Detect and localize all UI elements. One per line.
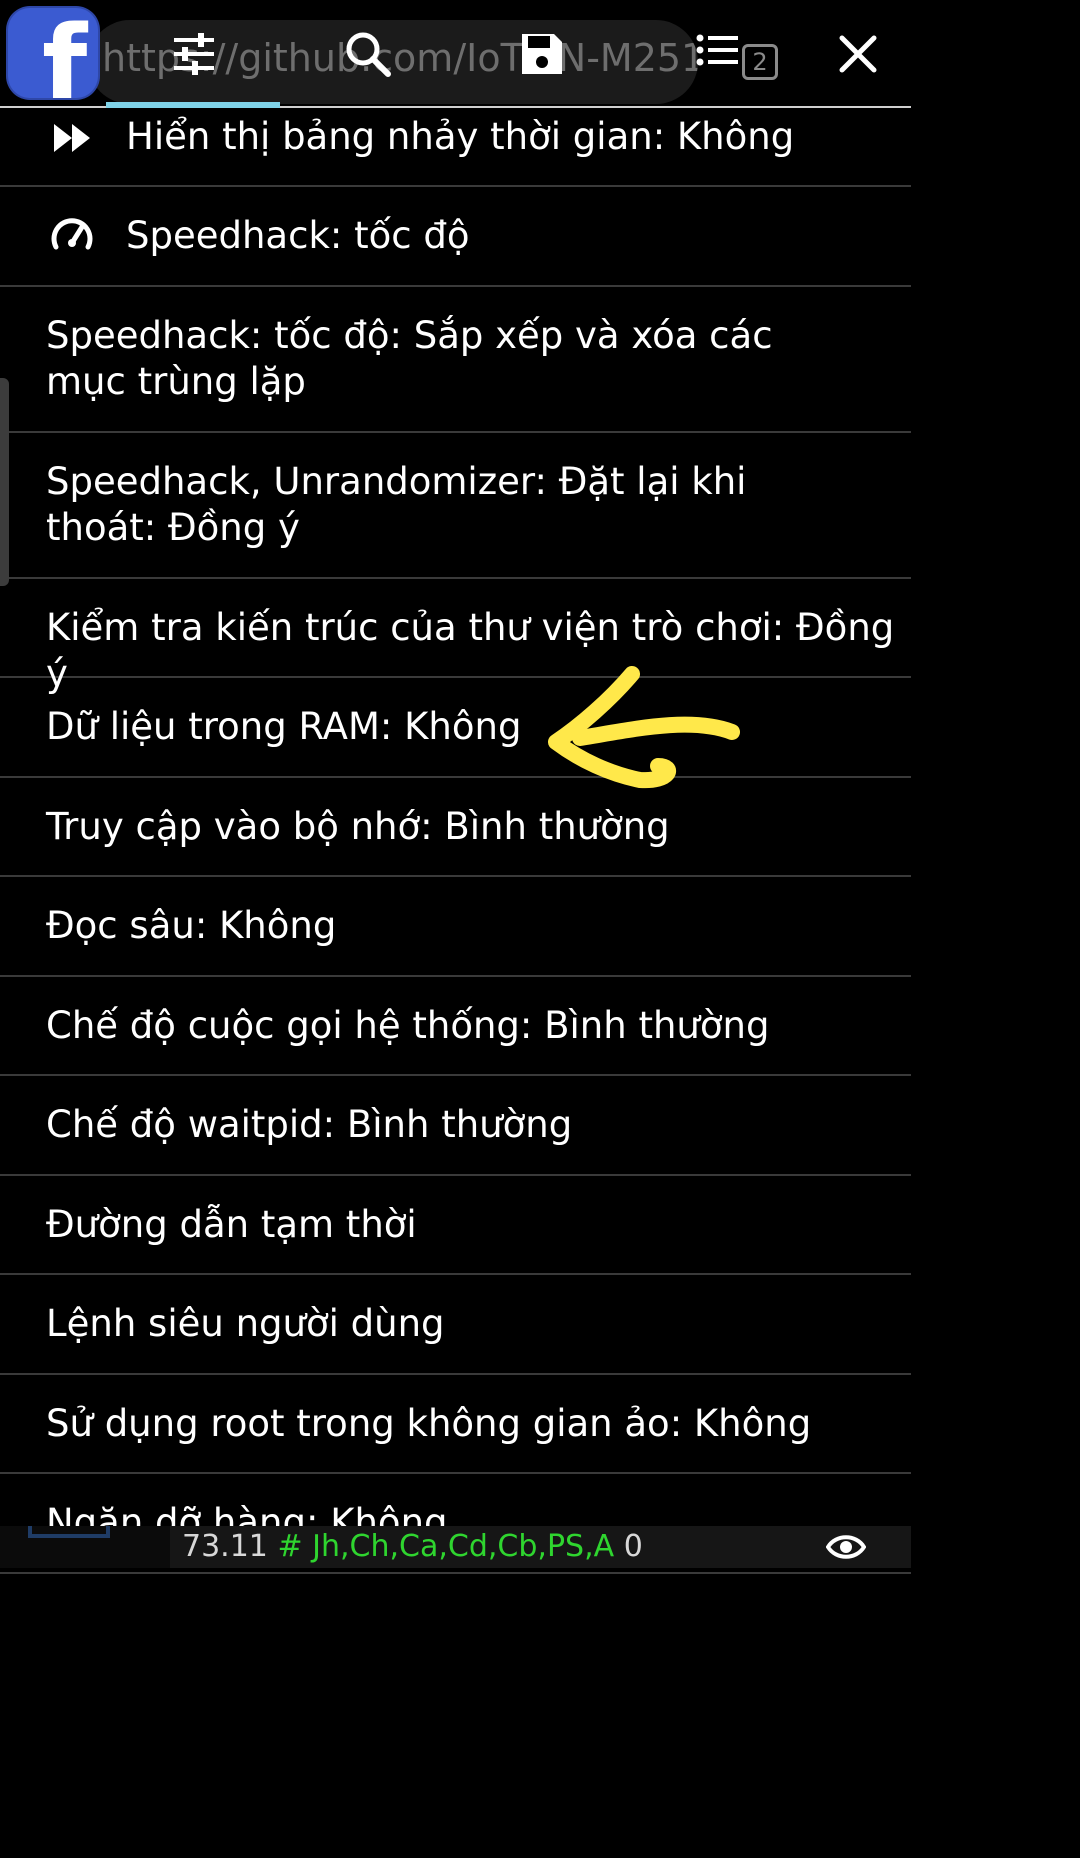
active-tab-indicator — [106, 102, 280, 108]
save-icon[interactable] — [516, 28, 568, 80]
scroll-handle[interactable] — [0, 378, 9, 586]
status-version: 73.11 — [182, 1529, 268, 1564]
list-item-data-in-ram[interactable]: Dữ liệu trong RAM: Không — [0, 678, 911, 778]
list-item-superuser-command[interactable]: Lệnh siêu người dùng — [0, 1275, 911, 1375]
list-item-deep-read[interactable]: Đọc sâu: Không — [0, 877, 911, 977]
status-count: 0 — [623, 1529, 643, 1564]
list-item-syscall-mode[interactable]: Chế độ cuộc gọi hệ thống: Bình thường — [0, 977, 911, 1076]
list-item-label: Speedhack, Unrandomizer: Đặt lại khi tho… — [46, 460, 747, 549]
close-icon[interactable] — [832, 28, 884, 80]
eye-icon[interactable] — [826, 1532, 866, 1562]
list-icon[interactable] — [694, 28, 746, 80]
status-hash: # — [277, 1529, 303, 1564]
list-item-speedhack-sort-dedupe[interactable]: Speedhack: tốc độ: Sắp xếp và xóa các mụ… — [0, 287, 911, 433]
list-item-memory-access[interactable]: Truy cập vào bộ nhớ: Bình thường — [0, 778, 911, 877]
annotation-arrow — [548, 666, 740, 789]
list-item-label: Chế độ cuộc gọi hệ thống: Bình thường — [46, 1004, 770, 1047]
list-item-label: Speedhack: tốc độ — [126, 214, 470, 257]
status-info: 73.11 # Jh,Ch,Ca,Cd,Cb,PS,A 0 — [170, 1526, 911, 1568]
dock-handle[interactable] — [28, 1526, 110, 1538]
fast-forward-icon — [54, 124, 90, 152]
list-item-label: Chế độ waitpid: Bình thường — [46, 1103, 573, 1146]
list-item-speedhack-speed[interactable]: Speedhack: tốc độ — [0, 187, 911, 287]
list-item-speedhack-reset-on-exit[interactable]: Speedhack, Unrandomizer: Đặt lại khi tho… — [0, 433, 911, 579]
search-icon[interactable] — [342, 28, 394, 80]
list-item-label: Speedhack: tốc độ: Sắp xếp và xóa các mụ… — [46, 314, 773, 403]
list-item-temp-path[interactable]: Đường dẫn tạm thời — [0, 1176, 911, 1275]
top-toolbar: https://github.com/IoT-VN-M2512 f 2 — [0, 0, 911, 108]
list-item-label: Hiển thị bảng nhảy thời gian: Không — [126, 115, 795, 158]
list-item-label: Truy cập vào bộ nhớ: Bình thường — [46, 805, 670, 848]
app-screen: Hiển thị bảng nhảy thời gian: Không Spee… — [0, 0, 911, 1858]
facebook-icon[interactable]: f — [8, 8, 98, 98]
speedometer-icon — [51, 218, 93, 250]
list-item-label: Sử dụng root trong không gian ảo: Không — [46, 1402, 812, 1445]
status-text: 73.11 # Jh,Ch,Ca,Cd,Cb,PS,A 0 — [182, 1530, 643, 1564]
status-left-area — [0, 1526, 168, 1568]
status-bar: 73.11 # Jh,Ch,Ca,Cd,Cb,PS,A 0 — [0, 1526, 911, 1568]
list-item-label: Dữ liệu trong RAM: Không — [46, 705, 522, 748]
tab-count-badge: 2 — [742, 44, 778, 80]
list-item-label: Đọc sâu: Không — [46, 904, 337, 947]
settings-sliders-icon[interactable] — [168, 28, 220, 80]
list-item-check-lib-arch[interactable]: Kiểm tra kiến trúc của thư viện trò chơi… — [0, 579, 911, 695]
list-item-label: Lệnh siêu người dùng — [46, 1302, 445, 1345]
status-flags: Jh,Ch,Ca,Cd,Cb,PS,A — [312, 1529, 615, 1564]
list-item-root-in-virtual-space[interactable]: Sử dụng root trong không gian ảo: Không — [0, 1375, 911, 1474]
list-item-label: Đường dẫn tạm thời — [46, 1203, 417, 1246]
list-item-waitpid-mode[interactable]: Chế độ waitpid: Bình thường — [0, 1076, 911, 1176]
